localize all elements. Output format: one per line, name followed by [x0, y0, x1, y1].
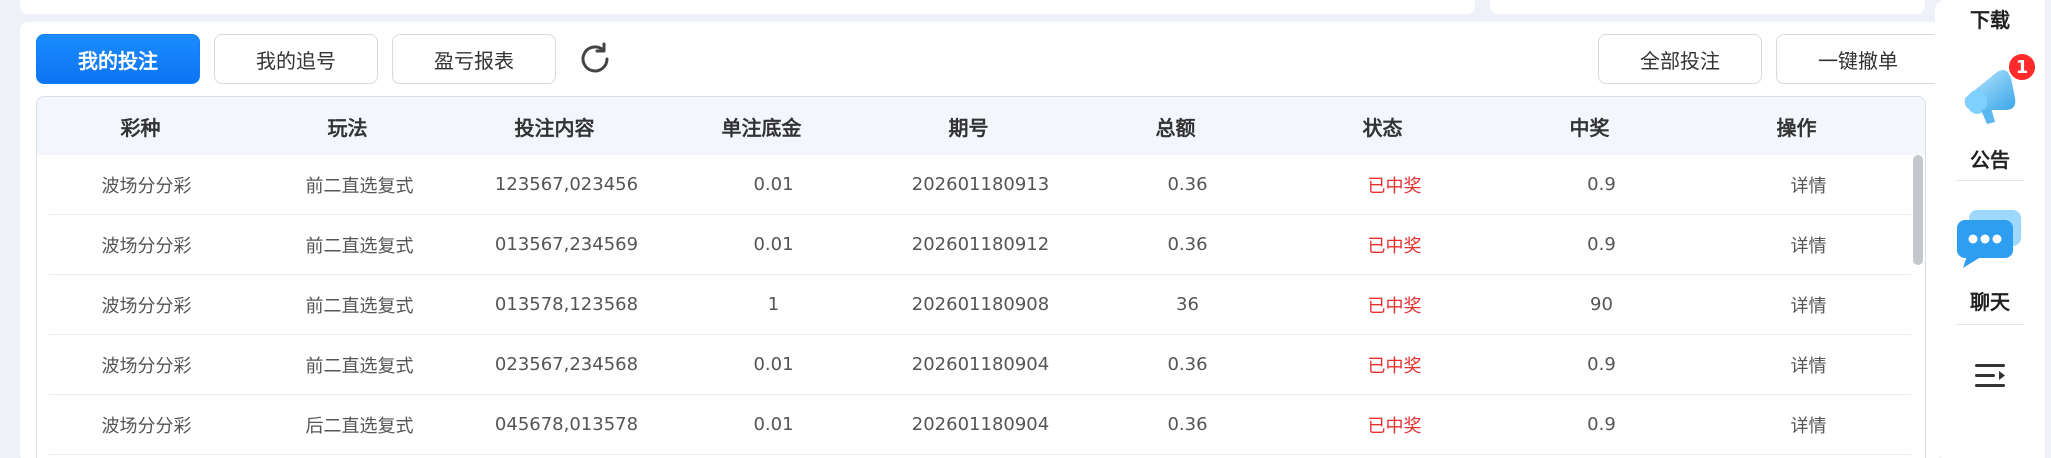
cell-status: 已中奖 [1367, 235, 1422, 257]
download-button[interactable]: 下载 [1935, 4, 2045, 33]
cell-status: 已中奖 [1367, 175, 1422, 197]
scrollbar-thumb[interactable] [1913, 155, 1923, 265]
cell-prize: 0.9 [1587, 234, 1616, 255]
chat-bubble-icon [1957, 210, 2021, 268]
announcement-label[interactable]: 公告 [1935, 144, 2045, 173]
table-row: 波场分分彩 后二直选复式 045678,013578 0.01 20260118… [49, 395, 1911, 455]
cell-content: 045678,013578 [494, 414, 639, 435]
previous-card-edge-right [1490, 0, 1925, 14]
cell-total: 0.36 [1167, 234, 1208, 255]
cell-issue: 202601180912 [911, 234, 1050, 255]
cell-issue: 202601180904 [911, 354, 1050, 375]
tab-my-bets[interactable]: 我的投注 [36, 34, 200, 84]
col-header-play: 玩法 [327, 115, 368, 140]
cell-play: 前二直选复式 [305, 295, 414, 317]
cell-issue: 202601180908 [911, 294, 1050, 315]
cell-issue: 202601180904 [911, 414, 1050, 435]
table-scrollbar[interactable] [1913, 155, 1923, 458]
col-header-status: 状态 [1362, 115, 1403, 140]
menu-collapse-button[interactable] [1973, 358, 2009, 394]
divider [1955, 324, 2025, 325]
col-header-prize: 中奖 [1569, 115, 1610, 140]
cell-total: 0.36 [1167, 414, 1208, 435]
col-header-action: 操作 [1776, 115, 1817, 140]
col-header-lottery: 彩种 [120, 115, 161, 140]
cell-lottery: 波场分分彩 [101, 415, 192, 437]
page: 我的投注 我的追号 盈亏报表 全部投注 一键撤单 彩种 玩法 投注内容 单注底金… [0, 0, 2051, 458]
cell-prize: 0.9 [1587, 174, 1616, 195]
cell-total: 36 [1176, 294, 1199, 315]
cell-lottery: 波场分分彩 [101, 295, 192, 317]
cell-lottery: 波场分分彩 [101, 235, 192, 257]
cell-unit: 0.01 [753, 234, 794, 255]
table-header: 彩种 玩法 投注内容 单注底金 期号 总额 状态 中奖 操作 [37, 97, 1925, 155]
all-bets-button[interactable]: 全部投注 [1598, 34, 1762, 84]
cell-total: 0.36 [1167, 354, 1208, 375]
details-link[interactable]: 详情 [1705, 412, 1912, 438]
cell-content: 013578,123568 [494, 294, 639, 315]
cell-issue: 202601180913 [911, 174, 1050, 195]
tab-profit-report[interactable]: 盈亏报表 [392, 34, 556, 84]
cell-status: 已中奖 [1367, 415, 1422, 437]
cell-lottery: 波场分分彩 [101, 355, 192, 377]
tabs-row: 我的投注 我的追号 盈亏报表 [36, 34, 620, 84]
cell-play: 前二直选复式 [305, 235, 414, 257]
cancel-all-button[interactable]: 一键撤单 [1776, 34, 1940, 84]
cell-content: 123567,023456 [494, 174, 639, 195]
tab-my-chase[interactable]: 我的追号 [214, 34, 378, 84]
bet-records-panel: 我的投注 我的追号 盈亏报表 全部投注 一键撤单 彩种 玩法 投注内容 单注底金… [20, 22, 1940, 458]
details-link[interactable]: 详情 [1705, 172, 1912, 198]
cell-prize: 90 [1590, 294, 1613, 315]
divider [1955, 180, 2025, 181]
previous-card-edge [20, 0, 1475, 14]
chat-label[interactable]: 聊天 [1935, 286, 2045, 315]
details-link[interactable]: 详情 [1705, 292, 1912, 318]
col-header-total: 总额 [1155, 115, 1196, 140]
menu-collapse-icon [1975, 364, 2005, 387]
cell-prize: 0.9 [1587, 354, 1616, 375]
cell-play: 前二直选复式 [305, 355, 414, 377]
col-header-content: 投注内容 [514, 115, 595, 140]
cell-lottery: 波场分分彩 [101, 175, 192, 197]
cell-content: 023567,234568 [494, 354, 639, 375]
refresh-button[interactable] [570, 34, 620, 84]
cell-status: 已中奖 [1367, 355, 1422, 377]
chat-button[interactable] [1953, 206, 2027, 270]
col-header-issue: 期号 [948, 115, 989, 140]
cell-unit: 0.01 [753, 414, 794, 435]
col-header-unit: 单注底金 [721, 115, 802, 140]
right-actions: 全部投注 一键撤单 [1598, 34, 1940, 84]
table-row: 波场分分彩 前二直选复式 123567,023456 0.01 20260118… [49, 155, 1911, 215]
table-row: 波场分分彩 前二直选复式 013567,234569 0.01 20260118… [49, 215, 1911, 275]
bets-table: 彩种 玩法 投注内容 单注底金 期号 总额 状态 中奖 操作 波场分分彩 前二直… [36, 96, 1926, 458]
cell-play: 后二直选复式 [305, 415, 414, 437]
details-link[interactable]: 详情 [1705, 352, 1912, 378]
cell-unit: 0.01 [753, 174, 794, 195]
details-link[interactable]: 详情 [1705, 232, 1912, 258]
cell-total: 0.36 [1167, 174, 1208, 195]
cell-content: 013567,234569 [494, 234, 639, 255]
table-row: 波场分分彩 前二直选复式 023567,234568 0.01 20260118… [49, 335, 1911, 395]
announcement-badge: 1 [2007, 52, 2037, 82]
table-row: 波场分分彩 前二直选复式 013578,123568 1 20260118090… [49, 275, 1911, 335]
right-float-bar: 下载 1 公告 聊天 [1935, 0, 2045, 458]
refresh-icon [581, 42, 609, 73]
cell-play: 前二直选复式 [305, 175, 414, 197]
table-body: 波场分分彩 前二直选复式 123567,023456 0.01 20260118… [37, 155, 1925, 455]
cell-unit: 0.01 [753, 354, 794, 375]
cell-status: 已中奖 [1367, 295, 1422, 317]
cell-prize: 0.9 [1587, 414, 1616, 435]
cell-unit: 1 [767, 294, 780, 315]
